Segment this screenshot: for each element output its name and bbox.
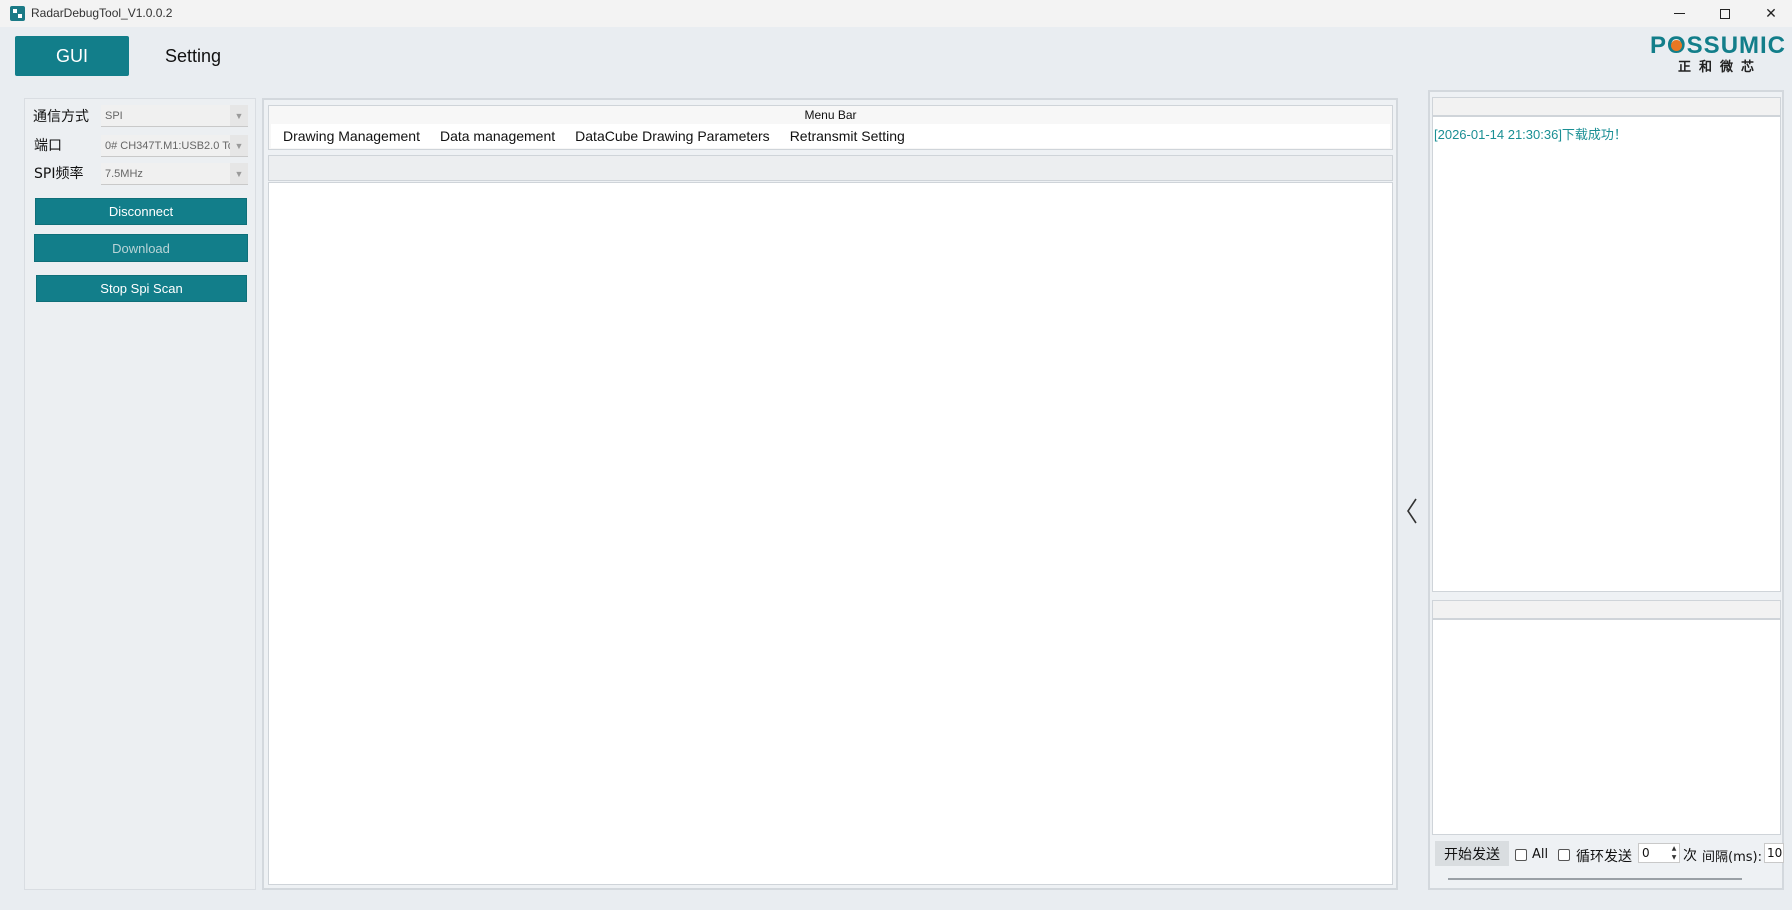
logo-dot-icon	[1671, 40, 1682, 51]
port-value: 0# CH347T.M1:USB2.0 To	[105, 139, 234, 152]
comm-mode-value: SPI	[105, 109, 123, 122]
chevron-down-icon: ▼	[230, 105, 248, 126]
start-send-button[interactable]: 开始发送	[1435, 841, 1509, 866]
send-input-area[interactable]	[1432, 619, 1781, 835]
port-label: 端口	[34, 138, 62, 154]
close-button[interactable]: ✕	[1748, 0, 1792, 27]
menu-bar: Menu Bar Drawing Management Data managem…	[268, 105, 1393, 150]
menu-retransmit-setting[interactable]: Retransmit Setting	[790, 128, 905, 144]
send-count-value: 0	[1642, 846, 1650, 860]
horizontal-scrollbar[interactable]	[1448, 878, 1742, 880]
spi-freq-label: SPI频率	[34, 166, 84, 182]
title-bar: RadarDebugTool_V1.0.0.2 ✕	[0, 0, 1792, 27]
menu-bar-items: Drawing Management Data management DataC…	[271, 124, 1390, 148]
count-unit-label: 次	[1683, 848, 1697, 864]
plot-canvas[interactable]	[268, 182, 1393, 885]
tab-gui[interactable]: GUI	[15, 36, 129, 76]
send-count-spinbox[interactable]: 0 ▲ ▼	[1638, 843, 1680, 863]
menu-data-management[interactable]: Data management	[440, 128, 555, 144]
interval-label: 间隔(ms):	[1702, 850, 1762, 865]
chevron-left-icon	[1407, 498, 1417, 524]
company-logo: POSSUMIC 正和微芯	[1650, 32, 1785, 75]
log-output[interactable]	[1432, 116, 1781, 592]
port-select[interactable]: 0# CH347T.M1:USB2.0 To ▼	[101, 135, 248, 157]
menu-bar-title: Menu Bar	[804, 108, 857, 122]
loop-send-label: 循环发送	[1576, 849, 1632, 865]
interval-value: 10	[1767, 846, 1783, 860]
download-button[interactable]: Download	[34, 234, 248, 262]
all-label: All	[1532, 847, 1549, 862]
collapse-panel-button[interactable]	[1404, 496, 1420, 526]
window-title: RadarDebugTool_V1.0.0.2	[31, 6, 173, 20]
comm-mode-select[interactable]: SPI ▼	[101, 105, 248, 127]
app-icon	[10, 6, 25, 21]
comm-mode-label: 通信方式	[33, 109, 89, 125]
maximize-icon	[1720, 8, 1730, 19]
minimize-icon	[1673, 13, 1685, 14]
close-icon: ✕	[1765, 5, 1777, 22]
spin-arrows-icon[interactable]: ▲ ▼	[1669, 844, 1679, 862]
minimize-button[interactable]	[1656, 0, 1702, 27]
interval-input[interactable]: 10	[1764, 843, 1784, 863]
disconnect-button[interactable]: Disconnect	[35, 198, 247, 225]
log-header	[1432, 97, 1781, 116]
spi-freq-value: 7.5MHz	[105, 167, 143, 180]
all-checkbox[interactable]	[1515, 849, 1527, 861]
plot-tab-strip	[268, 155, 1393, 181]
chevron-down-icon: ▼	[230, 135, 248, 156]
send-header	[1432, 600, 1781, 619]
loop-send-checkbox[interactable]	[1558, 849, 1570, 861]
menu-drawing-management[interactable]: Drawing Management	[283, 128, 420, 144]
spi-freq-select[interactable]: 7.5MHz ▼	[101, 163, 248, 185]
stop-spi-scan-button[interactable]: Stop Spi Scan	[36, 275, 247, 302]
logo-subtext: 正和微芯	[1678, 60, 1763, 75]
menu-datacube-drawing-parameters[interactable]: DataCube Drawing Parameters	[575, 128, 770, 144]
chevron-down-icon: ▼	[230, 163, 248, 184]
maximize-button[interactable]	[1702, 0, 1748, 27]
log-line: [2026-01-14 21:30:36]下载成功！	[1434, 127, 1627, 142]
tab-setting[interactable]: Setting	[148, 36, 238, 76]
